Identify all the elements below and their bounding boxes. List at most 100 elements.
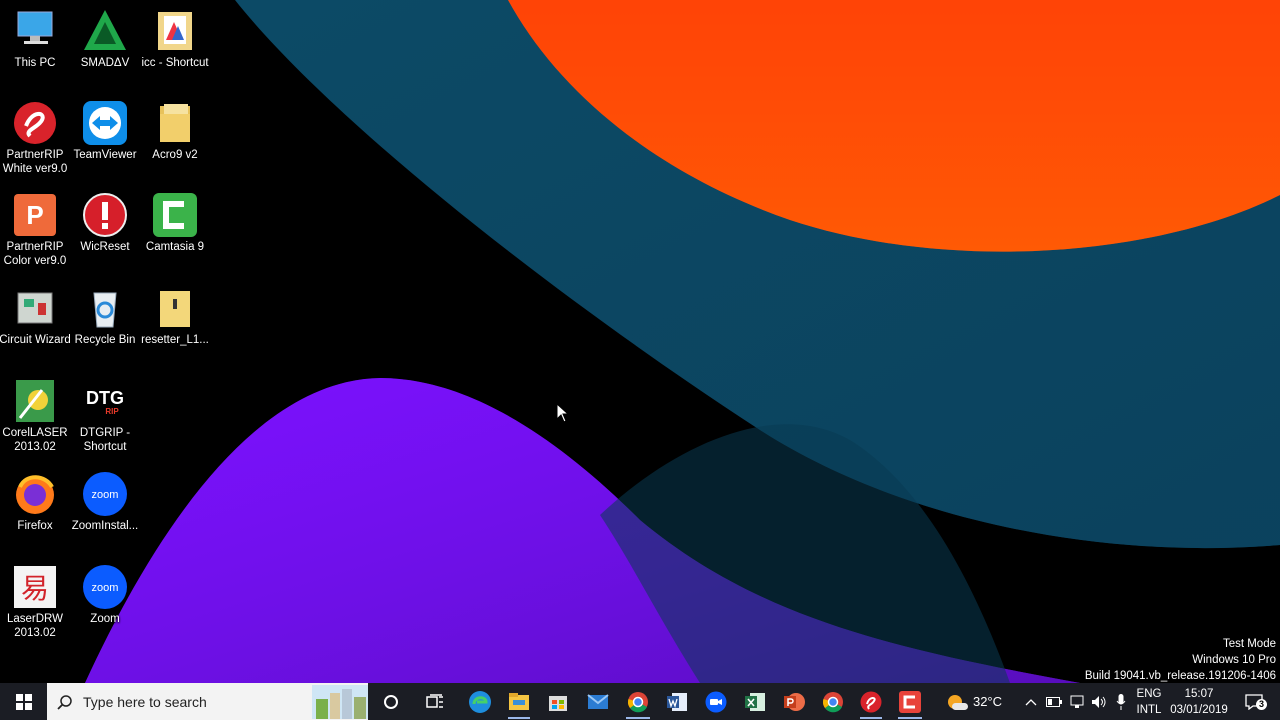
partnerrip-color-icon: P (14, 194, 56, 236)
folder-icon (160, 104, 190, 142)
active-indicator (860, 717, 882, 719)
search-highlight-icon (312, 685, 368, 719)
cortana-icon (384, 694, 398, 709)
weather-widget[interactable]: 32°C (940, 683, 1008, 720)
input-language-indicator[interactable]: ENG INTL (1133, 683, 1165, 720)
taskbar-zoom[interactable] (696, 683, 736, 720)
svg-text:DTG: DTG (86, 388, 124, 408)
desktop-icon-zoom-installer[interactable]: zoom ZoomInstal... (70, 471, 140, 559)
camtasia-icon (153, 193, 197, 237)
desktop-icon-recycle-bin[interactable]: Recycle Bin (70, 285, 140, 373)
icc-shortcut-icon (158, 12, 192, 50)
taskbar-excel[interactable] (736, 683, 774, 720)
partnerrip-white-icon (14, 102, 56, 144)
zoom-icon: zoom (83, 565, 127, 609)
taskbar-file-explorer[interactable] (500, 683, 538, 720)
desktop-icon-camtasia[interactable]: Camtasia 9 (140, 192, 210, 280)
clock-time: 15:07 (1184, 687, 1214, 700)
camtasia-icon (899, 690, 921, 713)
task-view-icon (426, 693, 443, 708)
chrome-icon (628, 691, 648, 712)
desktop-icon-corellaser[interactable]: CorelLASER 2013.02 (0, 378, 70, 466)
weather-icon (947, 694, 968, 710)
this-pc-icon (17, 11, 53, 44)
desktop-icon-label: Zoom (90, 613, 120, 625)
desktop-icon-acro9[interactable]: Acro9 v2 (140, 100, 210, 188)
action-center-button[interactable]: 3 (1236, 683, 1272, 720)
desktop-icon-label: Acro9 v2 (152, 149, 198, 161)
taskbar-task-view[interactable] (415, 683, 455, 720)
show-hidden-icons-button[interactable] (1020, 683, 1042, 720)
teamviewer-icon (83, 101, 127, 145)
desktop-icon-firefox[interactable]: Firefox (0, 471, 70, 559)
network-icon (1070, 695, 1084, 708)
taskbar-word[interactable] (658, 683, 696, 720)
taskbar-mail[interactable] (578, 683, 618, 720)
active-indicator (508, 717, 530, 719)
start-button[interactable] (0, 683, 47, 720)
svg-text:易: 易 (21, 572, 49, 605)
battery-icon (1046, 696, 1062, 707)
windows-logo-icon (15, 693, 32, 710)
svg-text:zoom: zoom (92, 582, 119, 594)
keyboard-layout: INTL (1136, 703, 1162, 716)
watermark-line: Test Mode (1222, 638, 1276, 650)
desktop-icon-label: resetter_L1... (141, 334, 209, 346)
desktop-icon-label: icc - Shortcut (141, 57, 209, 69)
desktop-icon-teamviewer[interactable]: TeamViewer (70, 100, 140, 188)
taskbar-chrome[interactable] (618, 683, 658, 720)
desktop-icon-smadav[interactable]: SMADΔV (70, 8, 140, 96)
taskbar-camtasia[interactable] (890, 683, 930, 720)
chevron-up-icon (1025, 698, 1037, 705)
desktop-icon-partnerrip-white[interactable]: PartnerRIP White ver9.0 (0, 100, 70, 188)
notification-count-badge: 3 (1256, 699, 1268, 710)
zip-folder-icon (160, 291, 190, 327)
language-code: ENG (1136, 687, 1162, 700)
taskbar-powerpoint[interactable] (774, 683, 814, 720)
desktop-icon-circuit-wizard[interactable]: Circuit Wizard (0, 285, 71, 373)
desktop-icon-label: Camtasia 9 (145, 241, 205, 253)
desktop-icon-icc-shortcut[interactable]: icc - Shortcut (140, 8, 210, 96)
taskbar-search-box[interactable]: Type here to search (47, 683, 368, 720)
active-indicator (898, 717, 922, 719)
desktop-icon-partnerrip-color[interactable]: P PartnerRIP Color ver9.0 (0, 192, 70, 280)
tray-volume[interactable] (1088, 683, 1110, 720)
word-icon (667, 692, 687, 711)
taskbar-edge[interactable] (460, 683, 500, 720)
desktop-icon-resetter[interactable]: resetter_L1... (140, 285, 210, 373)
dtgrip-icon: DTG RIP (86, 388, 124, 416)
firefox-icon (16, 475, 54, 514)
circuit-wizard-icon (17, 292, 53, 324)
chrome-icon (823, 691, 843, 712)
search-icon (57, 695, 72, 710)
zoom-icon (705, 691, 727, 712)
excel-icon (745, 692, 765, 711)
tray-microphone[interactable] (1110, 683, 1132, 720)
zoom-installer-icon: zoom (83, 472, 127, 516)
taskbar-chrome-2[interactable] (814, 683, 852, 720)
wicreset-icon (83, 193, 127, 237)
desktop-icon-dtgrip[interactable]: DTG RIP DTGRIP - Shortcut (70, 378, 140, 466)
recycle-bin-icon (93, 292, 117, 328)
desktop-icon-this-pc[interactable]: This PC (0, 8, 70, 96)
watermark-line: Windows 10 Pro (1192, 654, 1276, 666)
file-explorer-icon (509, 692, 529, 710)
microphone-icon (1116, 693, 1126, 710)
taskbar-cortana[interactable] (372, 683, 410, 720)
desktop-icon-zoom[interactable]: zoom Zoom (70, 564, 140, 652)
svg-text:RIP: RIP (105, 407, 119, 416)
watermark-line: Build 19041.vb_release.191206-1406 (1084, 670, 1276, 682)
weather-temp: 32°C (972, 693, 1003, 709)
tray-network[interactable] (1066, 683, 1088, 720)
tray-battery[interactable] (1043, 683, 1065, 720)
powerpoint-icon (784, 692, 805, 711)
clock-date: 03/01/2019 (1170, 703, 1228, 716)
desktop-icon-wicreset[interactable]: WicReset (70, 192, 140, 280)
taskbar-store[interactable] (538, 683, 578, 720)
laserdrw-icon: 易 (14, 566, 56, 608)
taskbar-clock[interactable]: 15:07 03/01/2019 (1166, 683, 1232, 720)
taskbar-partnerrip[interactable] (852, 683, 890, 720)
mail-icon (587, 693, 609, 709)
desktop-icon-laserdrw[interactable]: 易 LaserDRW 2013.02 (0, 564, 70, 652)
store-icon (549, 695, 567, 711)
